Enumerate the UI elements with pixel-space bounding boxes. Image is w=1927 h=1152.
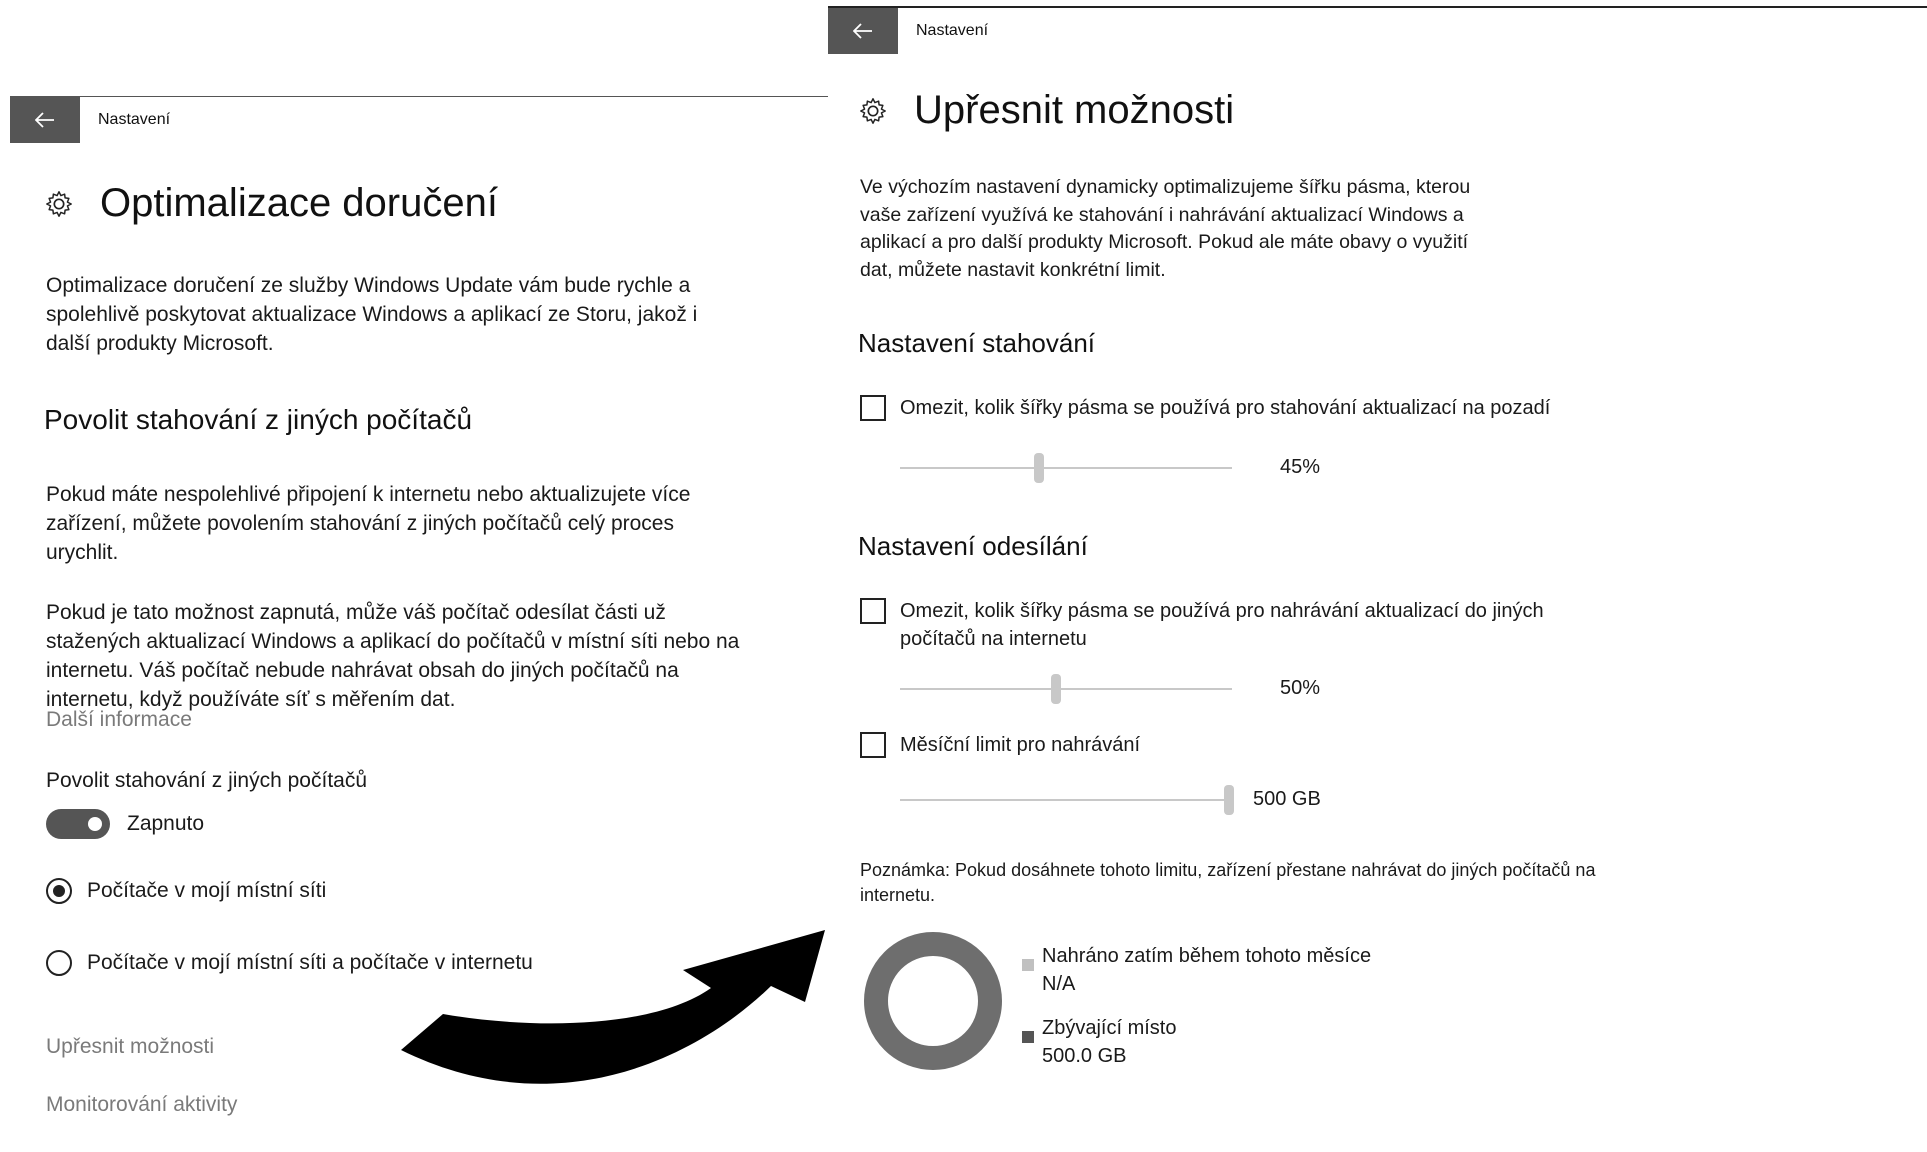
slider-track [900,688,1232,690]
monthly-limit-value: 500 GB [1253,788,1321,810]
toggle-state: Zapnuto [127,812,205,835]
intro-text: Ve výchozím nastavení dynamicky optimali… [860,176,1471,281]
limit-note: Poznámka: Pokud dosáhnete tohoto limitu,… [860,860,1596,905]
limit-download-label[interactable]: Omezit, kolik šířky pásma se používá pro… [900,394,1550,422]
radio-local-network-label[interactable]: Počítače v mojí místní síti [87,877,326,905]
limit-download-checkbox[interactable] [860,395,886,421]
page-title: Optimalizace doručení [100,181,498,225]
limit-upload-checkbox[interactable] [860,598,886,624]
gear-icon [46,190,72,217]
legend-used-swatch [1022,959,1034,971]
window-title: Nastavení [98,111,171,128]
explanation-text: Pokud máte nespolehlivé připojení k inte… [46,483,691,564]
title-bar: Nastavení [10,97,840,143]
window-title: Nastavení [916,22,989,39]
title-bar: Nastavení [828,8,1927,54]
advanced-options-link[interactable]: Upřesnit možnosti [46,1035,214,1059]
legend-used-value: N/A [1042,973,1076,995]
upload-settings-title: Nastavení odesílání [858,531,1088,561]
behavior-text: Pokud je tato možnost zapnutá, může váš … [46,601,740,711]
curved-arrow-icon [401,930,825,1084]
upload-bandwidth-slider[interactable] [900,674,1232,704]
slider-thumb[interactable] [1034,453,1045,483]
back-button[interactable] [10,97,80,143]
slider-thumb[interactable] [1051,674,1062,704]
download-bandwidth-value: 45% [1280,456,1321,478]
intro-text: Optimalizace doručení ze služby Windows … [46,274,698,355]
legend-free-label: Zbývající místo [1042,1017,1177,1039]
gear-icon [860,97,886,124]
upload-bandwidth-value: 50% [1280,677,1321,699]
slider-track [900,467,1232,469]
download-bandwidth-slider[interactable] [900,453,1232,483]
legend-free-swatch [1022,1031,1034,1043]
upload-usage-donut [864,932,1002,1070]
donut-remaining-ring [864,932,1002,1070]
monthly-limit-checkbox[interactable] [860,732,886,758]
slider-thumb[interactable] [1223,785,1234,815]
back-arrow-icon [853,23,872,39]
download-settings-title: Nastavení stahování [858,328,1096,358]
page-header: Optimalizace doručení [44,181,498,226]
slider-track [900,799,1232,801]
monthly-limit-label[interactable]: Měsíční limit pro nahrávání [900,731,1140,759]
page-title: Upřesnit možnosti [914,88,1235,132]
back-button[interactable] [828,8,898,54]
radio-local-network[interactable] [46,878,72,904]
back-arrow-icon [35,112,54,128]
toggle-label: Povolit stahování z jiných počítačů [46,769,368,792]
legend-free-value: 500.0 GB [1042,1045,1127,1067]
monthly-limit-slider[interactable] [900,785,1234,815]
legend-used-label: Nahráno zatím během tohoto měsíce [1042,945,1372,967]
activity-monitor-link[interactable]: Monitorování aktivity [46,1093,237,1117]
more-info-link[interactable]: Další informace [46,708,192,732]
limit-upload-label[interactable]: Omezit, kolik šířky pásma se používá pro… [900,597,1580,653]
allow-downloads-toggle[interactable] [46,809,110,839]
advanced-options-window: Nastavení Upřesnit možnosti Ve výchozím … [828,6,1927,1152]
radio-local-and-internet[interactable] [46,950,72,976]
section-title: Povolit stahování z jiných počítačů [44,404,473,435]
page-header: Upřesnit možnosti [858,88,1234,133]
